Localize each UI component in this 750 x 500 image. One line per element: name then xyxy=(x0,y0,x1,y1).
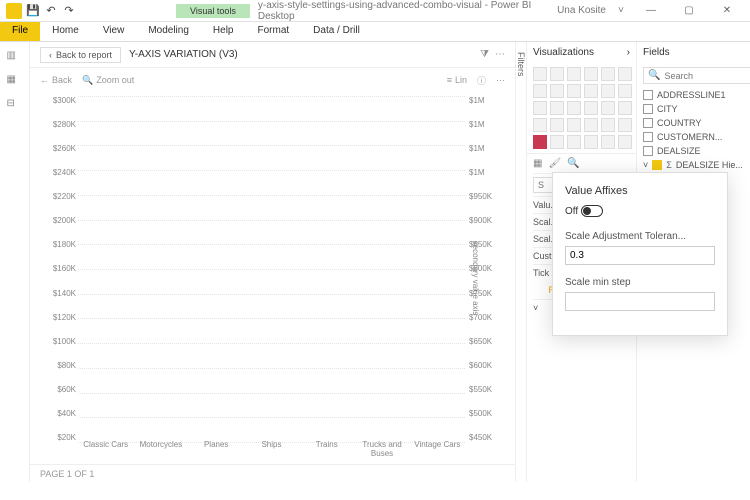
page-indicator: PAGE 1 OF 1 xyxy=(40,469,94,479)
viz-type-icon[interactable] xyxy=(550,118,564,132)
value-affixes-popup: Value Affixes Off Scale Adjustment Toler… xyxy=(552,172,728,336)
viz-type-icon[interactable] xyxy=(550,67,564,81)
contextual-tab-visual-tools[interactable]: Visual tools xyxy=(176,4,250,18)
model-view-icon[interactable]: ⊟ xyxy=(7,98,23,114)
filters-pane-collapsed[interactable]: Filters xyxy=(516,42,527,482)
tab-file[interactable]: File xyxy=(0,22,40,41)
chart-back-button[interactable]: ← Back xyxy=(40,75,72,85)
data-view-icon[interactable]: ▦ xyxy=(7,74,23,90)
y-axis-right-label: secondary value axis xyxy=(471,241,480,316)
chevron-right-icon[interactable]: › xyxy=(627,47,630,58)
field-item[interactable]: CUSTOMERN... xyxy=(643,130,750,144)
field-item[interactable]: COUNTRY xyxy=(643,116,750,130)
undo-icon[interactable]: ↶ xyxy=(44,4,58,18)
viz-type-icon[interactable] xyxy=(601,67,615,81)
maximize-button[interactable]: ▢ xyxy=(674,5,704,16)
tab-help[interactable]: Help xyxy=(201,22,246,41)
format-tab-icon[interactable]: 🖌 xyxy=(548,158,561,169)
tab-format[interactable]: Format xyxy=(245,22,301,41)
viz-type-icon[interactable] xyxy=(567,135,581,149)
field-item[interactable]: ADDRESSLINE1 xyxy=(643,88,750,102)
scale-min-step-input[interactable] xyxy=(565,292,715,311)
search-icon: 🔍 xyxy=(648,70,660,81)
chevron-left-icon: ‹ xyxy=(49,50,52,60)
viz-type-icon[interactable] xyxy=(584,135,598,149)
user-name[interactable]: Una Kosite xyxy=(557,5,606,16)
scale-min-step-label: Scale min step xyxy=(565,277,715,288)
minimize-button[interactable]: — xyxy=(636,5,666,16)
visual-title: Y-AXIS VARIATION (V3) xyxy=(129,49,238,60)
fields-header: Fields xyxy=(643,47,670,58)
viz-type-icon[interactable] xyxy=(601,118,615,132)
tab-view[interactable]: View xyxy=(91,22,137,41)
report-view-icon[interactable]: ▥ xyxy=(7,50,23,66)
viz-type-icon[interactable] xyxy=(618,84,632,98)
more-menu-icon[interactable]: ⋯ xyxy=(495,49,505,60)
x-axis: Classic CarsMotorcyclesPlanesShipsTrains… xyxy=(78,440,465,458)
viz-type-icon[interactable] xyxy=(533,118,547,132)
viz-type-icon[interactable] xyxy=(533,101,547,115)
chart-more-icon[interactable]: ⋯ xyxy=(496,75,505,86)
fields-search-input[interactable] xyxy=(664,71,750,81)
window-title: y-axis-style-settings-using-advanced-com… xyxy=(250,0,557,22)
chevron-down-icon[interactable]: ˅ xyxy=(614,4,628,18)
back-to-report-button[interactable]: ‹Back to report xyxy=(40,47,121,63)
save-icon[interactable]: 💾 xyxy=(26,4,40,18)
redo-icon[interactable]: ↷ xyxy=(62,4,76,18)
close-button[interactable]: ✕ xyxy=(712,5,742,16)
viz-type-icon[interactable] xyxy=(601,84,615,98)
viz-type-icon[interactable] xyxy=(533,67,547,81)
viz-type-icon[interactable] xyxy=(567,118,581,132)
viz-type-icon[interactable] xyxy=(618,101,632,115)
analytics-tab-icon[interactable]: 🔍 xyxy=(567,158,579,169)
tab-modeling[interactable]: Modeling xyxy=(136,22,201,41)
chart-plot-area[interactable] xyxy=(78,96,465,442)
viz-type-icon[interactable] xyxy=(584,101,598,115)
viz-type-icon[interactable] xyxy=(601,135,615,149)
tab-data-drill[interactable]: Data / Drill xyxy=(301,22,372,41)
viz-type-icon[interactable] xyxy=(567,67,581,81)
zoom-out-button[interactable]: 🔍 Zoom out xyxy=(82,75,134,86)
viz-type-icon[interactable] xyxy=(567,84,581,98)
chevron-down-icon[interactable]: ˅ xyxy=(533,303,538,313)
info-icon[interactable]: ⓘ xyxy=(477,74,486,87)
field-item[interactable]: ˅ΣDEALSIZE Hie... xyxy=(643,158,750,172)
visualizations-header: Visualizations xyxy=(533,47,594,58)
viz-type-icon[interactable] xyxy=(584,84,598,98)
field-item[interactable]: DEALSIZE xyxy=(643,144,750,158)
viz-type-icon[interactable] xyxy=(550,101,564,115)
value-affixes-label: Value Affixes xyxy=(565,185,715,197)
scale-tolerance-input[interactable] xyxy=(565,246,715,265)
viz-type-icon[interactable] xyxy=(618,67,632,81)
value-affixes-toggle[interactable]: Off xyxy=(565,205,715,217)
fields-tab-icon[interactable]: ▦ xyxy=(533,158,542,169)
app-icon xyxy=(6,3,22,19)
tab-home[interactable]: Home xyxy=(40,22,91,41)
lin-toggle[interactable]: ≡ Lin xyxy=(447,75,467,85)
viz-type-icon[interactable] xyxy=(550,135,564,149)
viz-type-icon[interactable] xyxy=(567,101,581,115)
scale-tolerance-label: Scale Adjustment Toleran... xyxy=(565,231,715,242)
viz-type-icon[interactable] xyxy=(533,135,547,149)
viz-type-icon[interactable] xyxy=(601,101,615,115)
viz-type-icon[interactable] xyxy=(550,84,564,98)
viz-type-icon[interactable] xyxy=(584,118,598,132)
y-axis-left: $300K$280K$260K$240K$220K$200K$180K$160K… xyxy=(36,96,76,442)
viz-type-icon[interactable] xyxy=(618,135,632,149)
viz-type-icon[interactable] xyxy=(584,67,598,81)
filter-icon[interactable]: ⧩ xyxy=(480,49,489,60)
viz-type-icon[interactable] xyxy=(618,118,632,132)
viz-type-icon[interactable] xyxy=(533,84,547,98)
field-item[interactable]: CITY xyxy=(643,102,750,116)
